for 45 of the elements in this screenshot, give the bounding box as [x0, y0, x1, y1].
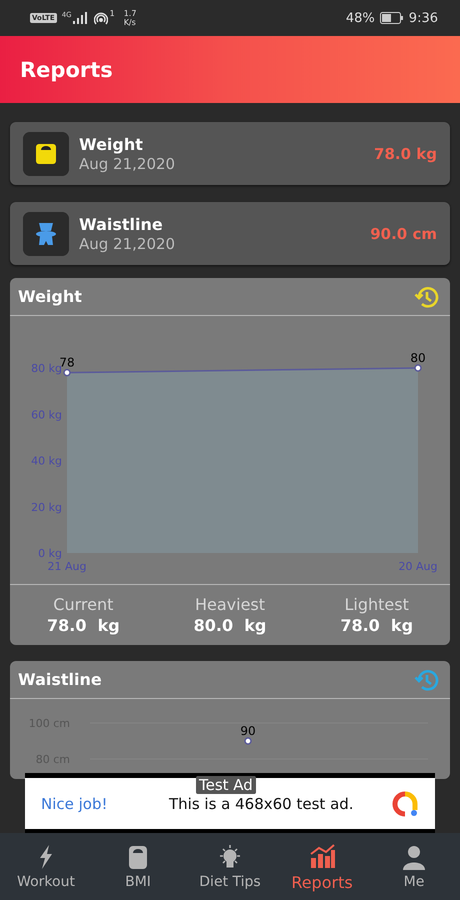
card-date: Aug 21,2020 [79, 154, 176, 172]
battery-icon [380, 12, 404, 24]
stat-value: 78.0 kg [46, 616, 120, 635]
card-value: 78.0 kg [374, 144, 437, 162]
ad-logo-icon [391, 790, 419, 818]
hotspot-count: 1 [110, 8, 115, 18]
network-speed: 1.7 [124, 9, 136, 18]
data-point [63, 368, 71, 376]
nav-tab[interactable]: Workout [0, 833, 92, 900]
nav-tab[interactable]: Me [368, 833, 460, 900]
panel-title: Weight [18, 287, 82, 306]
page-title: Reports [20, 58, 113, 82]
summary-card[interactable]: Weight Aug 21,2020 78.0 kg [10, 122, 450, 185]
stat-value: 78.0 kg [340, 616, 414, 635]
data-label: 80 [410, 351, 426, 365]
data-label: 90 [240, 724, 256, 738]
data-point [414, 364, 422, 372]
data-point [244, 737, 252, 745]
clock: 9:36 [408, 10, 438, 26]
battery-percent: 48% [346, 10, 375, 26]
nav-tab[interactable]: Diet Tips [184, 833, 276, 900]
stat-label: Heaviest [194, 595, 266, 614]
card-date: Aug 21,2020 [79, 234, 176, 252]
card-title: Waistline [79, 214, 164, 234]
card-value: 90.0 cm [370, 224, 437, 242]
waist-icon [23, 212, 69, 256]
data-label: 78 [59, 356, 75, 370]
signal-icon [72, 12, 89, 24]
ad-text: This is a 468x60 test ad. [169, 794, 355, 812]
nav-tab[interactable]: Reports [276, 833, 368, 900]
bar-chart-icon [308, 842, 336, 870]
person-icon [400, 843, 428, 871]
ad-banner[interactable]: Test Ad Nice job! This is a 468x60 test ad. [25, 773, 435, 833]
hotspot-icon [94, 11, 108, 25]
nav-tab[interactable]: BMI [92, 833, 184, 900]
ad-tag: Test Ad [196, 776, 256, 794]
network-speed: K/s [124, 18, 136, 27]
card-title: Weight [79, 134, 144, 154]
stat-label: Current [53, 595, 114, 614]
ad-headline: Nice job! [41, 794, 109, 812]
stat-label: Lightest [344, 595, 409, 614]
summary-card[interactable]: Waistline Aug 21,2020 90.0 cm [10, 202, 450, 265]
panel-title: Waistline [18, 670, 102, 689]
stat-value: 80.0 kg [194, 616, 266, 635]
scale-icon [23, 132, 69, 176]
